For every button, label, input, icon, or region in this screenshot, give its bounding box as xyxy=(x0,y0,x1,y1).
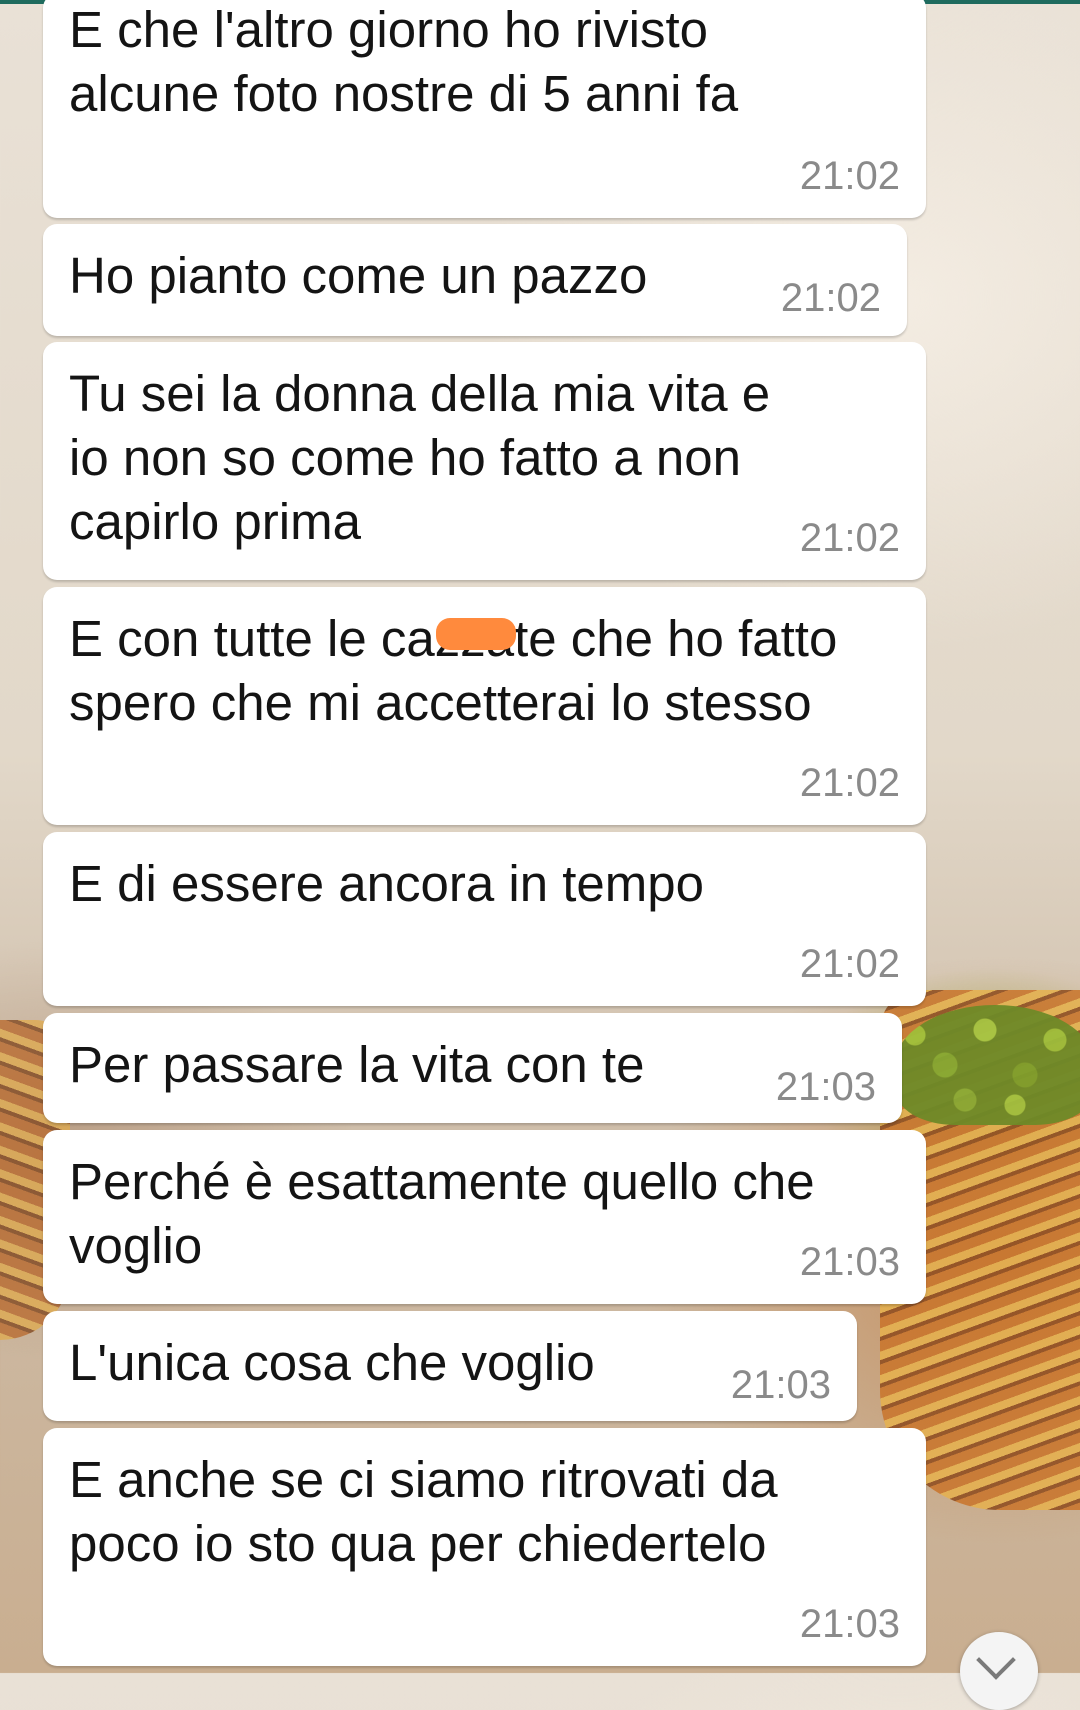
message-bubble[interactable]: L'unica cosa che voglio 21:03 xyxy=(43,1311,857,1421)
message-time: 21:03 xyxy=(799,1602,900,1646)
message-bubble[interactable]: Tu sei la donna della mia vita e io non … xyxy=(43,342,926,580)
message-text: E che l'altro giorno ho rivisto alcune f… xyxy=(69,1,739,122)
message-bubble[interactable]: Per passare la vita con te 21:03 xyxy=(43,1013,902,1123)
message-time: 21:03 xyxy=(730,1363,831,1407)
message-text: Ho pianto come un pazzo xyxy=(69,247,648,304)
message-text: L'unica cosa che voglio xyxy=(69,1334,595,1391)
message-bubble[interactable]: Perché è esattamente quello che voglio 2… xyxy=(43,1130,926,1304)
wallpaper-olives xyxy=(895,1005,1080,1125)
message-time: 21:02 xyxy=(799,516,900,560)
message-time: 21:02 xyxy=(780,276,881,320)
chevron-down-icon xyxy=(976,1640,1016,1680)
message-text: E anche se ci siamo ritrovati da poco io… xyxy=(69,1451,778,1572)
message-time: 21:03 xyxy=(799,1240,900,1284)
message-bubble[interactable]: Ho pianto come un pazzo 21:02 xyxy=(43,224,907,336)
message-text: Tu sei la donna della mia vita e io non … xyxy=(69,365,771,550)
message-bubble[interactable]: E di essere ancora in tempo 21:02 xyxy=(43,832,926,1006)
message-text: Per passare la vita con te xyxy=(69,1036,645,1093)
message-time: 21:02 xyxy=(799,761,900,805)
scroll-to-bottom-button[interactable] xyxy=(960,1632,1038,1710)
message-time: 21:02 xyxy=(799,154,900,198)
message-text: Perché è esattamente quello che voglio xyxy=(69,1153,815,1274)
message-time: 21:02 xyxy=(799,942,900,986)
message-time: 21:03 xyxy=(775,1065,876,1109)
message-text: E di essere ancora in tempo xyxy=(69,855,705,912)
message-bubble[interactable]: E che l'altro giorno ho rivisto alcune f… xyxy=(43,0,926,218)
message-bubble[interactable]: E anche se ci siamo ritrovati da poco io… xyxy=(43,1428,926,1666)
censor-mark xyxy=(436,618,516,650)
